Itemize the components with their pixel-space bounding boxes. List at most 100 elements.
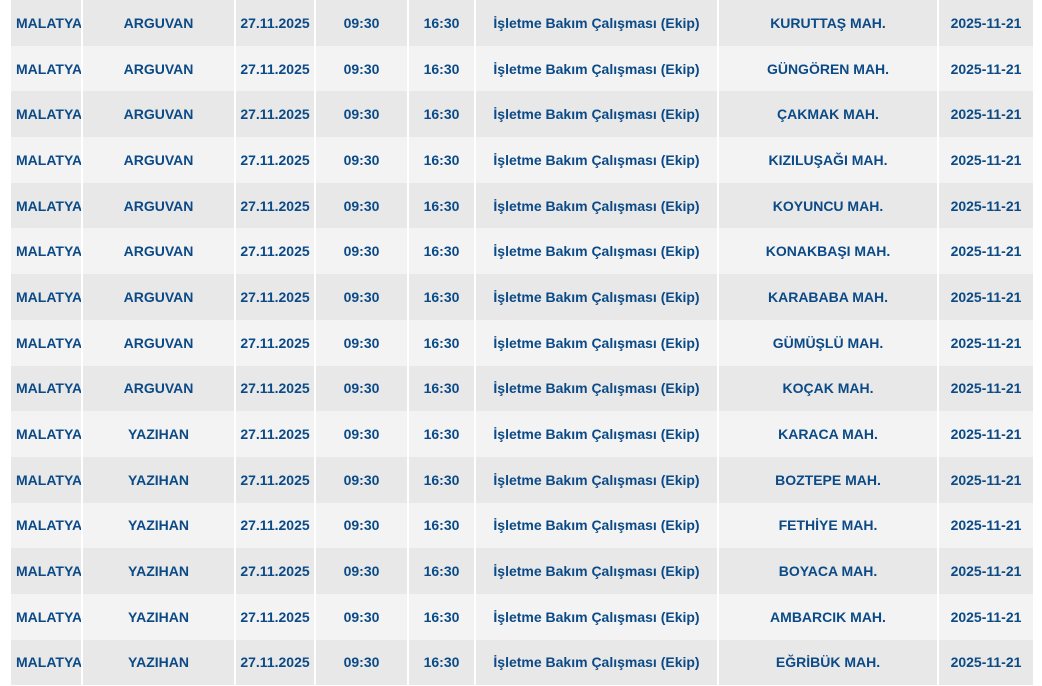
end-time-cell: 16:30 (409, 319, 474, 366)
announce-date-cell: 2025-11-21 (939, 456, 1033, 503)
start-time-cell: 09:30 (316, 502, 407, 549)
start-time-cell: 09:30 (316, 137, 407, 183)
district-cell: ARGUVAN (83, 365, 234, 412)
announce-date-cell: 2025-11-21 (939, 274, 1033, 320)
start-time-cell: 09:30 (316, 548, 407, 594)
start-time-cell: 09:30 (316, 365, 407, 412)
table-row: MALATYA ARGUVAN 27.11.2025 09:30 16:30 İşletm… (11, 182, 1033, 229)
work-type-cell: İşletme Bakım Çalışması (Ekip) (476, 91, 717, 138)
neighborhood-cell: KOYUNCU MAH. (719, 182, 937, 229)
work-type-cell: İşletme Bakım Çalışması (Ekip) (476, 639, 717, 686)
end-time-cell: 16:30 (409, 45, 474, 92)
announce-date-cell: 2025-11-21 (939, 182, 1033, 229)
announce-date-cell: 2025-11-21 (939, 639, 1033, 686)
work-type-cell: İşletme Bakım Çalışması (Ekip) (476, 228, 717, 275)
city-cell: MALATYA (11, 0, 81, 46)
work-type-cell: İşletme Bakım Çalışması (Ekip) (476, 319, 717, 366)
city-cell: MALATYA (11, 319, 81, 366)
end-time-cell: 16:30 (409, 639, 474, 686)
date-cell: 27.11.2025 (236, 228, 314, 275)
announce-date-cell: 2025-11-21 (939, 411, 1033, 457)
neighborhood-cell: GÜMÜŞLÜ MAH. (719, 319, 937, 366)
start-time-cell: 09:30 (316, 182, 407, 229)
neighborhood-cell: KURUTTAŞ MAH. (719, 0, 937, 46)
date-cell: 27.11.2025 (236, 502, 314, 549)
district-cell: YAZIHAN (83, 456, 234, 503)
table-body: MALATYA ARGUVAN 27.11.2025 09:30 16:30 İşletm… (11, 0, 1033, 686)
start-time-cell: 09:30 (316, 274, 407, 320)
neighborhood-cell: KIZILUŞAĞI MAH. (719, 137, 937, 183)
work-type-cell: İşletme Bakım Çalışması (Ekip) (476, 45, 717, 92)
end-time-cell: 16:30 (409, 365, 474, 412)
table-row: MALATYA ARGUVAN 27.11.2025 09:30 16:30 İşletm… (11, 274, 1033, 320)
district-cell: ARGUVAN (83, 182, 234, 229)
district-cell: YAZIHAN (83, 593, 234, 640)
neighborhood-cell: AMBARCIK MAH. (719, 593, 937, 640)
announce-date-cell: 2025-11-21 (939, 91, 1033, 138)
announce-date-cell: 2025-11-21 (939, 137, 1033, 183)
date-cell: 27.11.2025 (236, 91, 314, 138)
city-cell: MALATYA (11, 548, 81, 594)
announce-date-cell: 2025-11-21 (939, 319, 1033, 366)
table-row: MALATYA YAZIHAN 27.11.2025 09:30 16:30 İşletm… (11, 411, 1033, 457)
announce-date-cell: 2025-11-21 (939, 45, 1033, 92)
start-time-cell: 09:30 (316, 0, 407, 46)
table-row: MALATYA YAZIHAN 27.11.2025 09:30 16:30 İşletm… (11, 639, 1033, 686)
neighborhood-cell: BOYACA MAH. (719, 548, 937, 594)
neighborhood-cell: KONAKBAŞI MAH. (719, 228, 937, 275)
city-cell: MALATYA (11, 137, 81, 183)
date-cell: 27.11.2025 (236, 182, 314, 229)
start-time-cell: 09:30 (316, 593, 407, 640)
city-cell: MALATYA (11, 274, 81, 320)
end-time-cell: 16:30 (409, 91, 474, 138)
date-cell: 27.11.2025 (236, 274, 314, 320)
start-time-cell: 09:30 (316, 228, 407, 275)
work-type-cell: İşletme Bakım Çalışması (Ekip) (476, 365, 717, 412)
date-cell: 27.11.2025 (236, 0, 314, 46)
district-cell: YAZIHAN (83, 639, 234, 686)
announce-date-cell: 2025-11-21 (939, 365, 1033, 412)
end-time-cell: 16:30 (409, 502, 474, 549)
neighborhood-cell: ÇAKMAK MAH. (719, 91, 937, 138)
district-cell: ARGUVAN (83, 91, 234, 138)
neighborhood-cell: KOÇAK MAH. (719, 365, 937, 412)
date-cell: 27.11.2025 (236, 319, 314, 366)
date-cell: 27.11.2025 (236, 411, 314, 457)
table-row: MALATYA YAZIHAN 27.11.2025 09:30 16:30 İşletm… (11, 593, 1033, 640)
city-cell: MALATYA (11, 639, 81, 686)
neighborhood-cell: FETHİYE MAH. (719, 502, 937, 549)
end-time-cell: 16:30 (409, 137, 474, 183)
city-cell: MALATYA (11, 502, 81, 549)
announce-date-cell: 2025-11-21 (939, 0, 1033, 46)
announce-date-cell: 2025-11-21 (939, 548, 1033, 594)
end-time-cell: 16:30 (409, 548, 474, 594)
outage-table: MALATYA ARGUVAN 27.11.2025 09:30 16:30 İşletm… (9, 0, 1035, 686)
neighborhood-cell: KARACA MAH. (719, 411, 937, 457)
date-cell: 27.11.2025 (236, 365, 314, 412)
announce-date-cell: 2025-11-21 (939, 228, 1033, 275)
district-cell: YAZIHAN (83, 411, 234, 457)
end-time-cell: 16:30 (409, 456, 474, 503)
end-time-cell: 16:30 (409, 182, 474, 229)
table-row: MALATYA ARGUVAN 27.11.2025 09:30 16:30 İşletm… (11, 137, 1033, 183)
city-cell: MALATYA (11, 91, 81, 138)
district-cell: ARGUVAN (83, 0, 234, 46)
table-row: MALATYA YAZIHAN 27.11.2025 09:30 16:30 İşletm… (11, 456, 1033, 503)
table-row: MALATYA YAZIHAN 27.11.2025 09:30 16:30 İşletm… (11, 502, 1033, 549)
end-time-cell: 16:30 (409, 274, 474, 320)
district-cell: ARGUVAN (83, 228, 234, 275)
work-type-cell: İşletme Bakım Çalışması (Ekip) (476, 274, 717, 320)
district-cell: YAZIHAN (83, 502, 234, 549)
district-cell: ARGUVAN (83, 319, 234, 366)
end-time-cell: 16:30 (409, 411, 474, 457)
table-row: MALATYA ARGUVAN 27.11.2025 09:30 16:30 İşletm… (11, 91, 1033, 138)
work-type-cell: İşletme Bakım Çalışması (Ekip) (476, 456, 717, 503)
work-type-cell: İşletme Bakım Çalışması (Ekip) (476, 182, 717, 229)
neighborhood-cell: EĞRİBÜK MAH. (719, 639, 937, 686)
table-row: MALATYA ARGUVAN 27.11.2025 09:30 16:30 İşletm… (11, 228, 1033, 275)
district-cell: YAZIHAN (83, 548, 234, 594)
work-type-cell: İşletme Bakım Çalışması (Ekip) (476, 411, 717, 457)
work-type-cell: İşletme Bakım Çalışması (Ekip) (476, 137, 717, 183)
announce-date-cell: 2025-11-21 (939, 502, 1033, 549)
city-cell: MALATYA (11, 182, 81, 229)
